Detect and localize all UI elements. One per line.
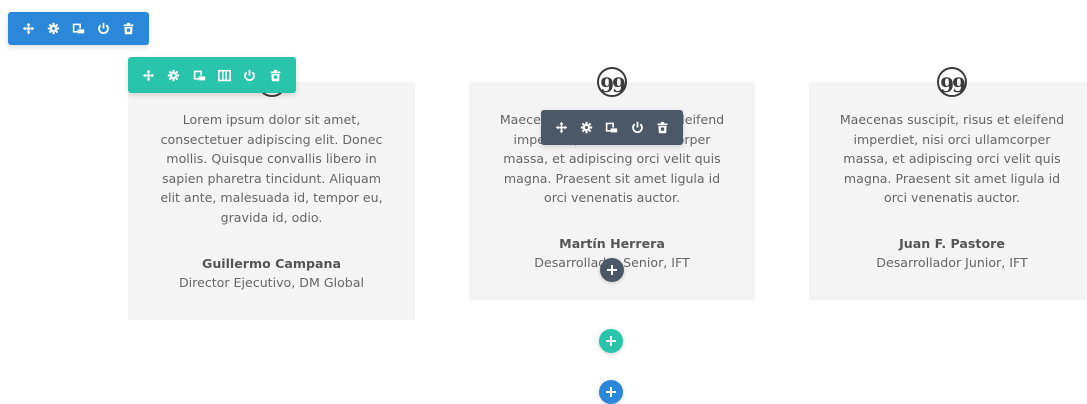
delete-icon[interactable] (120, 20, 138, 38)
testimonial-author: Juan F. Pastore Desarrollador Junior, IF… (809, 234, 1087, 272)
testimonial-card-3: Maecenas suscipit, risus et eleifend imp… (809, 82, 1087, 300)
row-toolbar (128, 57, 296, 93)
delete-icon[interactable] (266, 66, 284, 84)
author-name: Juan F. Pastore (899, 236, 1005, 251)
move-icon[interactable] (20, 20, 38, 38)
plus-icon (606, 336, 616, 346)
quote-icon: 99 (597, 67, 627, 97)
delete-icon[interactable] (653, 119, 671, 137)
plus-icon (606, 387, 616, 397)
power-icon[interactable] (628, 119, 646, 137)
add-row-button[interactable] (599, 329, 623, 353)
columns-icon[interactable] (216, 66, 234, 84)
author-name: Martín Herrera (559, 236, 665, 251)
add-section-button[interactable] (599, 380, 623, 404)
power-icon[interactable] (95, 20, 113, 38)
power-icon[interactable] (241, 66, 259, 84)
testimonial-body: Maecenas suscipit, risus et eleifend imp… (839, 112, 1065, 205)
testimonial-body: Lorem ipsum dolor sit amet, consectetuer… (160, 112, 383, 225)
testimonial-card-1: Lorem ipsum dolor sit amet, consectetuer… (128, 82, 415, 320)
author-role: Director Ejecutivo, DM Global (178, 275, 365, 290)
add-module-button[interactable] (600, 258, 624, 282)
duplicate-icon[interactable] (603, 119, 621, 137)
duplicate-icon[interactable] (190, 66, 208, 84)
plus-icon (607, 265, 617, 275)
duplicate-icon[interactable] (70, 20, 88, 38)
testimonial-author: Guillermo Campana Director Ejecutivo, DM… (128, 254, 415, 292)
settings-icon[interactable] (165, 66, 183, 84)
module-toolbar (541, 110, 683, 145)
settings-icon[interactable] (45, 20, 63, 38)
move-icon[interactable] (140, 66, 158, 84)
section-toolbar (8, 12, 149, 45)
quote-icon: 99 (937, 67, 967, 97)
settings-icon[interactable] (578, 119, 596, 137)
author-name: Guillermo Campana (201, 256, 341, 271)
move-icon[interactable] (553, 119, 571, 137)
author-role: Desarrollador Junior, IFT (876, 255, 1028, 270)
